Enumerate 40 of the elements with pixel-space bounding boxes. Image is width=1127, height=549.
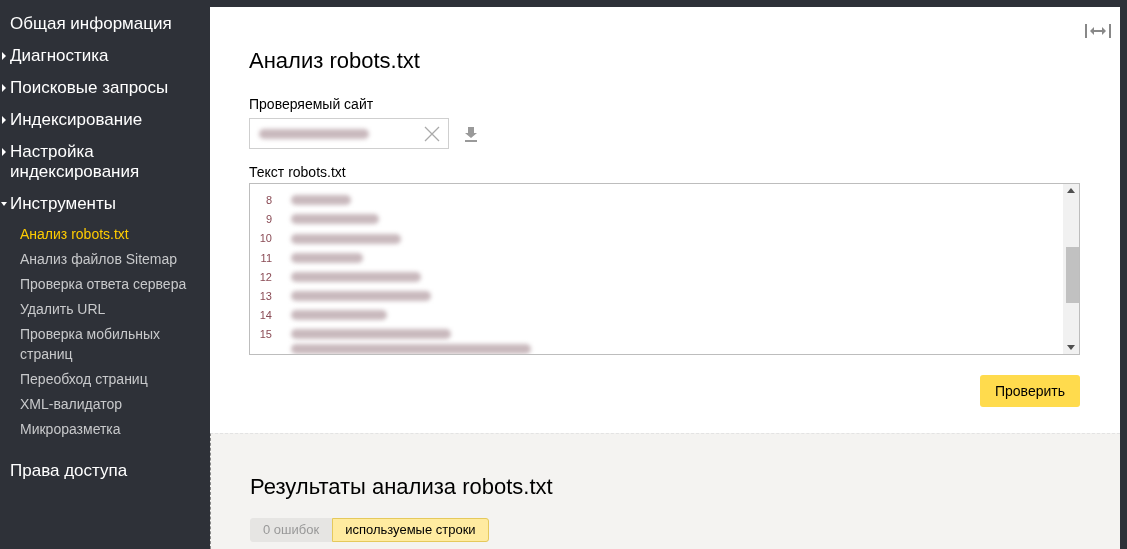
expand-width-icon[interactable]: [1085, 23, 1111, 39]
sidebar-item[interactable]: Удалить URL: [20, 299, 200, 319]
clear-icon[interactable]: [424, 125, 440, 142]
field-label: Проверяемый сайт: [249, 95, 374, 113]
line-number: 9: [264, 212, 272, 228]
sidebar-section[interactable]: Индексирование: [10, 110, 190, 130]
sidebar-item[interactable]: Проверка ответа сервера: [20, 274, 200, 294]
field-label: Текст robots.txt: [249, 163, 346, 181]
line-number: 15: [258, 327, 272, 343]
robots-text-area[interactable]: 8 9 10 11 12 13 14 15: [249, 183, 1080, 355]
sidebar-item[interactable]: Анализ файлов Sitemap: [20, 249, 200, 269]
redacted-text: [291, 195, 351, 206]
line-number: 12: [258, 269, 272, 285]
site-field[interactable]: [249, 118, 449, 149]
sidebar-section[interactable]: Настройка индексирования: [10, 142, 190, 182]
sidebar-item[interactable]: Анализ robots.txt: [20, 224, 200, 244]
page-title: Анализ robots.txt: [249, 48, 420, 74]
sidebar-section[interactable]: Диагностика: [10, 46, 190, 66]
scroll-up-icon[interactable]: [1067, 188, 1075, 193]
scroll-thumb[interactable]: [1066, 247, 1079, 303]
sidebar-section[interactable]: Общая информация: [10, 14, 190, 34]
scroll-down-icon[interactable]: [1067, 345, 1075, 350]
sidebar-item[interactable]: Проверка мобильных страниц: [20, 324, 200, 364]
sidebar-section[interactable]: Инструменты: [10, 194, 190, 214]
line-number: 10: [258, 231, 272, 247]
download-icon[interactable]: [463, 125, 479, 142]
redacted-text: [291, 252, 363, 263]
line-number: 11: [259, 250, 272, 266]
scrollbar[interactable]: [1063, 184, 1079, 354]
results-tab[interactable]: используемые строки: [332, 518, 489, 542]
sidebar-item[interactable]: Микроразметка: [20, 419, 200, 439]
line-number: 14: [258, 308, 272, 323]
results-title: Результаты анализа robots.txt: [250, 474, 553, 500]
line-number: 13: [258, 288, 272, 304]
sidebar-section[interactable]: Права доступа: [10, 461, 190, 481]
sidebar-item[interactable]: XML-валидатор: [20, 394, 200, 414]
sidebar-item[interactable]: Переобход страниц: [20, 369, 200, 389]
check-button[interactable]: Проверить: [980, 375, 1080, 407]
sidebar-section[interactable]: Поисковые запросы: [10, 78, 190, 98]
line-number: 8: [264, 193, 272, 209]
